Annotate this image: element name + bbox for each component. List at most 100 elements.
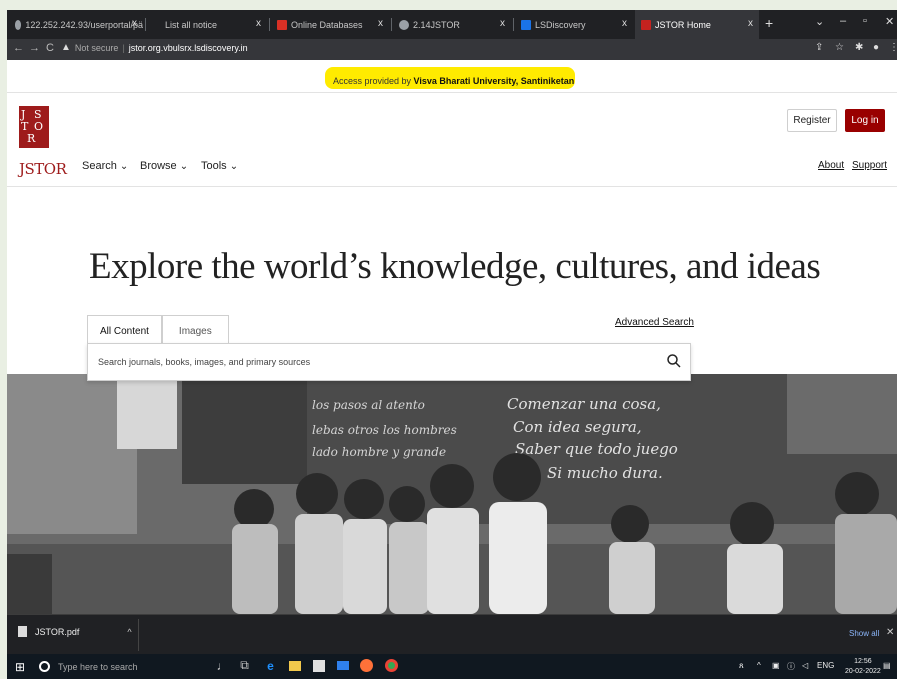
reload-icon[interactable]: C <box>46 42 54 54</box>
screen: 122.252.242.93/userportal/pä x List all … <box>7 10 897 679</box>
browser-tab[interactable]: 2.14JSTOR x <box>393 10 511 39</box>
windows-taskbar: ⊞ Type here to search ♩ ⧉ e ጸ ^ ▣ ⓘ ◁ EN… <box>7 654 897 679</box>
download-item[interactable]: JSTOR.pdf ^ <box>18 626 132 637</box>
extensions-icon[interactable]: ✱ <box>855 42 863 53</box>
tab-search-icon[interactable]: ⌄ <box>815 15 824 28</box>
volume-icon[interactable]: ◁ <box>802 661 808 670</box>
store-icon[interactable] <box>311 657 326 674</box>
close-icon[interactable]: x <box>748 18 753 29</box>
url-field[interactable]: ▲ Not secure | jstor.org.vbulsrx.lsdisco… <box>61 42 248 53</box>
address-bar: ← → C ▲ Not secure | jstor.org.vbulsrx.l… <box>7 39 897 60</box>
browser-tab[interactable]: List all notice x <box>147 10 267 39</box>
close-icon[interactable]: ✕ <box>886 627 894 638</box>
clock-time: 12:56 <box>854 658 872 665</box>
microphone-icon[interactable]: ♩ <box>215 657 230 674</box>
menu-label: Search <box>82 160 117 172</box>
browser-tab-active[interactable]: JSTOR Home x <box>635 10 759 39</box>
tab-label: JSTOR Home <box>655 19 711 30</box>
language-indicator[interactable]: ENG <box>817 661 834 670</box>
minimize-icon[interactable]: – <box>840 15 846 27</box>
new-tab-button[interactable]: + <box>765 15 773 31</box>
page-title: Explore the world’s knowledge, cultures,… <box>89 246 821 287</box>
menu-browse[interactable]: Browse ⌄ <box>140 160 188 172</box>
support-link[interactable]: Support <box>852 160 887 171</box>
tab-label: 2.14JSTOR <box>413 19 460 30</box>
jstor-logo-text[interactable]: JSTOR <box>19 160 67 178</box>
show-all-link[interactable]: Show all <box>849 629 879 638</box>
share-icon[interactable]: ⇪ <box>815 42 823 53</box>
restore-icon[interactable]: ▫ <box>863 15 867 27</box>
downloads-bar: JSTOR.pdf ^ Show all ✕ <box>7 614 897 654</box>
menu-label: Browse <box>140 160 177 172</box>
chevron-up-icon[interactable]: ^ <box>757 661 761 670</box>
desktop-frame: 122.252.242.93/userportal/pä x List all … <box>0 0 897 679</box>
edge-icon[interactable]: e <box>263 657 278 674</box>
login-button[interactable]: Log in <box>845 109 885 132</box>
chevron-down-icon: ⌄ <box>229 161 239 172</box>
advanced-search-link[interactable]: Advanced Search <box>615 317 694 328</box>
search-input[interactable]: Search journals, books, images, and prim… <box>87 343 691 381</box>
menu-tools[interactable]: Tools ⌄ <box>201 160 238 172</box>
about-link[interactable]: About <box>818 160 844 171</box>
access-banner: Access provided by Visva Bharati Univers… <box>7 60 897 93</box>
forward-icon[interactable]: → <box>29 42 40 54</box>
pdf-file-icon <box>18 626 27 637</box>
menu-dots-icon[interactable]: ⋮ <box>889 42 897 53</box>
mail-icon[interactable] <box>335 657 350 674</box>
clock-date: 20-02-2022 <box>845 668 881 675</box>
close-icon[interactable]: x <box>622 18 627 29</box>
jstor-logo[interactable]: JS TO R <box>19 106 49 152</box>
ls-discovery-icon <box>521 19 531 30</box>
hero-photo: los pasos al atento lebas otros los homb… <box>7 374 897 614</box>
file-explorer-icon[interactable] <box>287 657 302 674</box>
firefox-icon[interactable] <box>359 657 374 674</box>
close-icon[interactable]: x <box>378 18 383 29</box>
network-icon[interactable]: ⓘ <box>787 661 795 672</box>
warning-icon: ▲ <box>61 42 71 53</box>
close-window-icon[interactable]: ✕ <box>885 15 894 28</box>
browser-tab-strip: 122.252.242.93/userportal/pä x List all … <box>7 10 897 39</box>
classroom-photo: los pasos al atento lebas otros los homb… <box>7 374 897 614</box>
chalk-line: Saber que todo juego <box>515 440 678 458</box>
profile-icon[interactable]: ● <box>873 42 879 53</box>
system-clock[interactable]: 12:56 20-02-2022 <box>845 657 881 677</box>
browser-tab[interactable]: 122.252.242.93/userportal/pä x <box>9 10 143 39</box>
globe-icon <box>399 19 409 30</box>
chalk-line: Comenzar una cosa, <box>507 395 661 413</box>
tab-label: 122.252.242.93/userportal/pä <box>25 19 143 30</box>
taskbar-search-input[interactable]: Type here to search <box>33 654 233 679</box>
svg-text:lebas otros los hombres: lebas otros los hombres <box>312 423 457 437</box>
back-icon[interactable]: ← <box>13 42 24 54</box>
chrome-icon[interactable] <box>384 657 399 674</box>
register-button[interactable]: Register <box>787 109 837 132</box>
browser-tab[interactable]: Online Databases x <box>271 10 389 39</box>
search-icon[interactable] <box>666 353 682 369</box>
menu-label: Tools <box>201 160 227 172</box>
svg-text:los pasos al atento: los pasos al atento <box>312 398 425 412</box>
access-prefix: Access provided by <box>333 76 414 86</box>
globe-icon <box>15 19 22 30</box>
jstor-icon <box>641 19 651 30</box>
browser-tab[interactable]: LSDiscovery x <box>515 10 633 39</box>
people-icon[interactable]: ጸ <box>739 661 744 671</box>
tab-label: List all notice <box>165 19 218 30</box>
menu-search[interactable]: Search ⌄ <box>82 160 128 172</box>
tab-label: Online Databases <box>291 19 363 30</box>
task-view-icon[interactable]: ⧉ <box>237 657 252 674</box>
close-icon[interactable]: x <box>500 18 505 29</box>
chevron-up-icon[interactable]: ^ <box>127 627 131 637</box>
search-placeholder: Search journals, books, images, and prim… <box>98 357 311 367</box>
svg-text:lado hombre y grande: lado hombre y grande <box>312 445 446 459</box>
chevron-down-icon: ⌄ <box>179 161 189 172</box>
bookmark-star-icon[interactable]: ☆ <box>835 42 844 53</box>
cortana-icon <box>39 661 50 672</box>
url-text: jstor.org.vbulsrx.lsdiscovery.in <box>128 42 248 53</box>
close-icon[interactable]: x <box>132 18 137 29</box>
database-icon <box>277 19 287 30</box>
tab-label: LSDiscovery <box>535 19 586 30</box>
close-icon[interactable]: x <box>256 18 261 29</box>
download-filename: JSTOR.pdf <box>35 626 80 637</box>
tray-app-icon[interactable]: ▣ <box>772 661 780 670</box>
windows-start-icon[interactable]: ⊞ <box>15 660 25 674</box>
notifications-icon[interactable]: ▤ <box>883 661 891 670</box>
